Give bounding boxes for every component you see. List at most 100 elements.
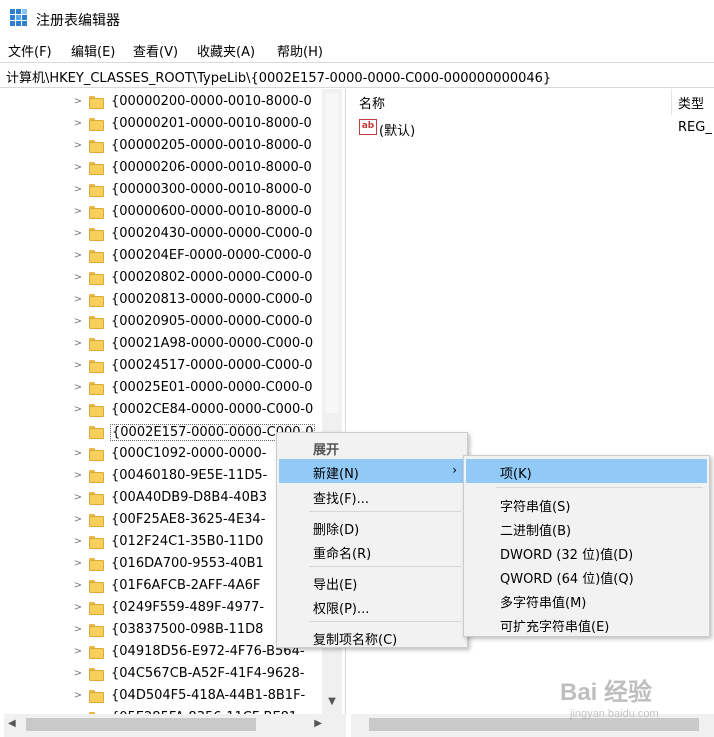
tree-item-label: {012F24C1-35B0-11D0 [111,534,264,549]
menu-item-expand[interactable]: 展开 [279,435,465,459]
folder-icon [89,206,104,219]
menu-view[interactable]: 查看(V) [133,41,178,60]
submenu-item-expandable-string-value[interactable]: 可扩充字符串值(E) [466,612,707,636]
column-name-header[interactable]: 名称 [359,93,385,112]
menu-item-label: 导出(E) [313,578,358,593]
menu-item-delete[interactable]: 删除(D) [279,515,465,539]
chevron-right-icon[interactable]: > [72,316,84,327]
folder-icon [89,382,104,395]
chevron-right-icon[interactable]: > [72,228,84,239]
menu-item-label: 新建(N) [313,467,359,482]
menu-item-label: 项(K) [500,467,532,482]
menu-item-permissions[interactable]: 权限(P)... [279,594,465,618]
tree-item[interactable]: > {00000205-0000-0010-8000-0 [4,136,326,158]
menu-item-find[interactable]: 查找(F)... [279,484,465,508]
menu-edit[interactable]: 编辑(E) [71,41,115,60]
tree-item[interactable]: > {000204EF-0000-0000-C000-0 [4,246,326,268]
chevron-right-icon[interactable]: > [72,250,84,261]
address-path[interactable]: 计算机\HKEY_CLASSES_ROOT\TypeLib\{0002E157-… [6,67,551,86]
value-row[interactable]: ab (默认) REG_ [351,117,714,139]
tree-item[interactable]: > {00021A98-0000-0000-C000-0 [4,334,326,356]
chevron-right-icon[interactable]: ▶ [314,718,322,729]
tree-horizontal-scrollbar[interactable]: ◀ ▶ [4,714,346,737]
chevron-right-icon[interactable]: > [72,96,84,107]
chevron-right-icon[interactable]: > [72,360,84,371]
chevron-right-icon[interactable]: > [72,206,84,217]
submenu-item-dword-value[interactable]: DWORD (32 位)值(D) [466,540,707,564]
tree-item[interactable]: > {00020813-0000-0000-C000-0 [4,290,326,312]
scroll-thumb[interactable] [325,93,339,413]
chevron-right-icon[interactable]: > [72,448,84,459]
menu-help[interactable]: 帮助(H) [277,41,323,60]
column-separator[interactable] [671,89,672,115]
chevron-right-icon[interactable]: > [72,514,84,525]
submenu-item-multi-string-value[interactable]: 多字符串值(M) [466,588,707,612]
menu-file[interactable]: 文件(F) [8,41,52,60]
chevron-down-icon[interactable]: ▼ [322,696,342,712]
menu-item-rename[interactable]: 重命名(R) [279,539,465,563]
submenu-item-qword-value[interactable]: QWORD (64 位)值(Q) [466,564,707,588]
tree-item[interactable]: > {00000206-0000-0010-8000-0 [4,158,326,180]
menu-favorites[interactable]: 收藏夹(A) [197,41,255,60]
tree-item[interactable]: > {00000200-0000-0010-8000-0 [4,92,326,114]
folder-icon [89,228,104,241]
chevron-right-icon[interactable]: > [72,184,84,195]
chevron-right-icon[interactable]: > [72,382,84,393]
folder-icon [89,492,104,505]
chevron-right-icon[interactable]: > [72,162,84,173]
folder-icon [89,360,104,373]
tree-item[interactable]: > {00000201-0000-0010-8000-0 [4,114,326,136]
menu-item-label: 权限(P)... [313,602,370,617]
chevron-right-icon[interactable]: > [72,140,84,151]
chevron-right-icon[interactable]: > [72,118,84,129]
chevron-left-icon[interactable]: ◀ [8,718,16,729]
column-type-header[interactable]: 类型 [678,93,704,112]
tree-item[interactable]: > {00024517-0000-0000-C000-0 [4,356,326,378]
menu-item-label: DWORD (32 位)值(D) [500,548,634,563]
scroll-thumb[interactable] [26,718,256,731]
folder-icon [89,162,104,175]
tree-item[interactable]: > {0002CE84-0000-0000-C000-0 [4,400,326,422]
submenu-item-string-value[interactable]: 字符串值(S) [466,492,707,516]
chevron-right-icon[interactable]: > [72,690,84,701]
tree-item[interactable]: > {00000300-0000-0010-8000-0 [4,180,326,202]
tree-item[interactable]: > {00020430-0000-0000-C000-0 [4,224,326,246]
folder-icon [89,470,104,483]
tree-item[interactable]: > {00020802-0000-0000-C000-0 [4,268,326,290]
watermark-logo-text: Bai 经验 [560,679,653,706]
chevron-right-icon[interactable]: > [72,536,84,547]
tree-item[interactable]: > {04D504F5-418A-44B1-8B1F- [4,686,326,708]
menu-item-export[interactable]: 导出(E) [279,570,465,594]
tree-item-label: {00025E01-0000-0000-C000-0 [111,380,313,395]
chevron-right-icon[interactable]: > [72,470,84,481]
chevron-right-icon[interactable]: > [72,272,84,283]
chevron-right-icon[interactable]: > [72,338,84,349]
folder-icon [89,140,104,153]
chevron-right-icon[interactable]: > [72,646,84,657]
folder-icon [89,602,104,615]
tree-item[interactable]: > {00000600-0000-0010-8000-0 [4,202,326,224]
folder-icon [89,272,104,285]
window-title: 注册表编辑器 [36,13,120,29]
chevron-right-icon[interactable]: > [72,624,84,635]
submenu-item-binary-value[interactable]: 二进制值(B) [466,516,707,540]
chevron-right-icon[interactable]: > [72,492,84,503]
tree-item-label: {00020905-0000-0000-C000-0 [111,314,313,329]
chevron-right-icon[interactable]: > [72,668,84,679]
address-bar[interactable]: 计算机\HKEY_CLASSES_ROOT\TypeLib\{0002E157-… [0,62,714,88]
tree-item-label: {00000200-0000-0010-8000-0 [111,94,312,109]
chevron-right-icon[interactable]: > [72,580,84,591]
chevron-right-icon[interactable]: > [72,404,84,415]
tree-item[interactable]: > {00020905-0000-0000-C000-0 [4,312,326,334]
menu-item-label: 复制项名称(C) [313,633,398,648]
folder-icon [89,558,104,571]
submenu-item-key[interactable]: 项(K) [466,459,707,483]
chevron-right-icon[interactable]: > [72,558,84,569]
title-bar: 注册表编辑器 [0,0,714,38]
menu-item-copy-key-name[interactable]: 复制项名称(C) [279,625,465,649]
menu-item-new[interactable]: 新建(N) › [279,459,465,483]
chevron-right-icon[interactable]: > [72,602,84,613]
chevron-right-icon[interactable]: > [72,294,84,305]
tree-item[interactable]: > {00025E01-0000-0000-C000-0 [4,378,326,400]
tree-item[interactable]: > {04C567CB-A52F-41F4-9628- [4,664,326,686]
